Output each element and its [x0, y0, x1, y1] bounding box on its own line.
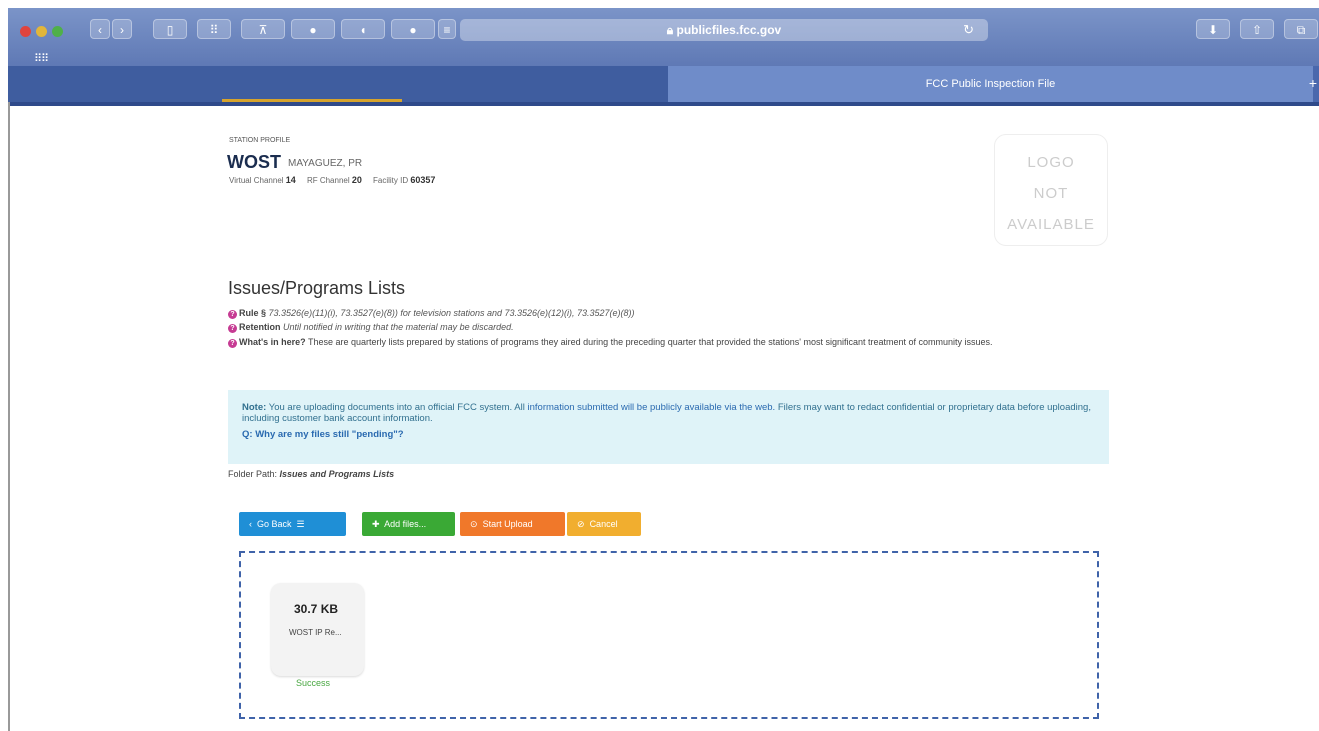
station-logo-placeholder: LOGO NOT AVAILABLE — [994, 134, 1108, 246]
pending-files-faq-link[interactable]: Q: Why are my files still "pending"? — [242, 429, 1095, 440]
top-sites-icon[interactable]: ⠿ — [197, 19, 231, 39]
folder-path-value: Issues and Programs Lists — [279, 469, 395, 479]
start-upload-button[interactable]: ⊙ Start Upload — [460, 512, 565, 536]
minimize-window-icon[interactable] — [36, 26, 47, 37]
folder-path: Folder Path: Issues and Programs Lists — [228, 469, 395, 479]
tab-active[interactable] — [8, 66, 668, 102]
browser-toolbar: ‹ › ▯ ⠿ ⊼ ● ◖ ● ≡ 🔒︎ publicfiles.fcc.gov… — [8, 8, 1319, 66]
station-meta: Virtual Channel 14 RF Channel 20 Facilit… — [229, 175, 436, 185]
cancel-button[interactable]: ⊘ Cancel — [567, 512, 641, 536]
help-icon[interactable]: ? — [228, 339, 237, 348]
list-icon: ☰ — [296, 519, 305, 529]
close-window-icon[interactable] — [20, 26, 31, 37]
cancel-icon: ⊘ — [577, 519, 585, 529]
file-name: WOST IP Re... — [289, 628, 342, 637]
new-tab-icon[interactable]: + — [1309, 75, 1317, 91]
plus-icon: ✚ — [372, 519, 380, 529]
file-size: 30.7 KB — [294, 602, 339, 616]
rule-row: ? Rule § 73.3526(e)(11)(i), 73.3527(e)(8)… — [228, 308, 635, 319]
rf-channel-value: 20 — [351, 175, 362, 185]
downloads-icon[interactable]: ⬇ — [1196, 19, 1230, 39]
extension-icon[interactable]: ◖ — [341, 19, 385, 39]
share-icon[interactable]: ⇧ — [1240, 19, 1274, 39]
extension-icon[interactable]: ⊼ — [241, 19, 285, 39]
retention-row: ? Retention Until notified in writing tha… — [228, 322, 514, 333]
facility-id-value: 60357 — [410, 175, 436, 185]
extension-icon[interactable]: ● — [291, 19, 335, 39]
page-title: Issues/Programs Lists — [228, 278, 406, 298]
lock-icon: 🔒︎ — [666, 23, 674, 37]
upload-icon: ⊙ — [470, 519, 478, 529]
file-drop-zone[interactable] — [239, 551, 1099, 719]
station-call-sign: WOST — [227, 152, 281, 172]
zoom-window-icon[interactable] — [52, 26, 63, 37]
virtual-channel-value: 14 — [285, 175, 296, 185]
upload-note: Note: You are uploading documents into a… — [228, 390, 1109, 464]
back-nav-icon[interactable]: ‹ — [90, 19, 110, 39]
url-text: publicfiles.fcc.gov — [676, 23, 782, 37]
favorites-grid-icon[interactable]: ⠿⠿ — [34, 52, 49, 65]
tab-fcc-public-inspection-file[interactable]: FCC Public Inspection File — [668, 66, 1313, 102]
add-files-button[interactable]: ✚ Add files... — [362, 512, 455, 536]
reader-icon[interactable]: ≡ — [438, 19, 456, 39]
station-location: MAYAGUEZ, PR — [288, 158, 363, 169]
help-icon[interactable]: ? — [228, 324, 237, 333]
upload-status: Success — [296, 678, 331, 688]
help-icon[interactable]: ? — [228, 310, 237, 319]
whats-in-here-row: ? What's in here? These are quarterly lis… — [228, 336, 1108, 348]
window-edge — [8, 102, 10, 731]
reload-icon[interactable]: ↻ — [963, 19, 974, 41]
tab-progress-indicator — [222, 99, 402, 102]
extension-icon[interactable]: ● — [391, 19, 435, 39]
go-back-button[interactable]: ‹ Go Back ☰ — [239, 512, 346, 536]
address-bar[interactable]: 🔒︎ publicfiles.fcc.gov ↻ — [460, 19, 988, 41]
station-profile-label: STATION PROFILE — [229, 137, 291, 144]
sidebar-icon[interactable]: ▯ — [153, 19, 187, 39]
forward-nav-icon[interactable]: › — [112, 19, 132, 39]
tab-bar: FCC Public Inspection File + — [8, 66, 1319, 106]
chevron-left-icon: ‹ — [249, 519, 252, 529]
tabs-overview-icon[interactable]: ⧉ — [1284, 19, 1318, 39]
